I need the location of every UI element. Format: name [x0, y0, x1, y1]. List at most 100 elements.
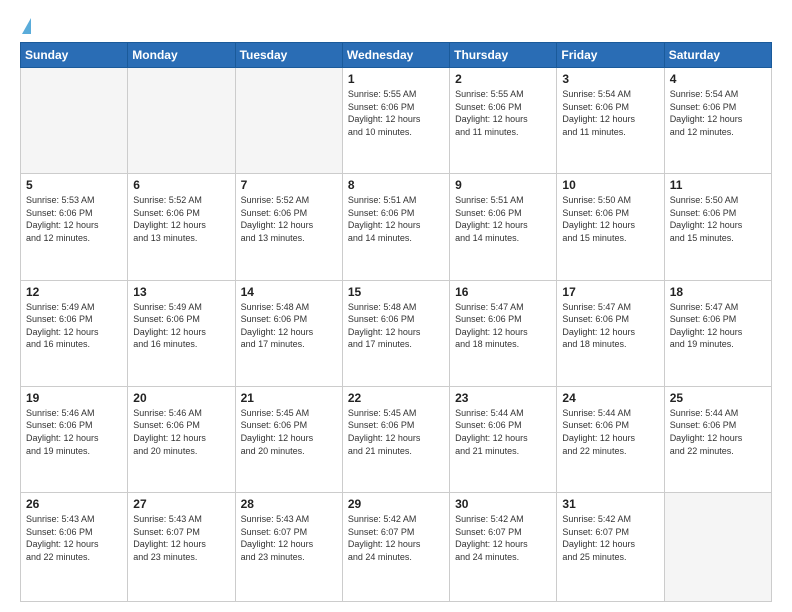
calendar-cell: 3Sunrise: 5:54 AM Sunset: 6:06 PM Daylig…: [557, 68, 664, 174]
calendar-cell: 30 Sunrise: 5:42 AM Sunset: 6:07 PM Dayli…: [450, 493, 557, 602]
calendar-cell: 9 Sunrise: 5:51 AM Sunset: 6:06 PM Daylig…: [450, 174, 557, 280]
calendar-cell: 1 Sunrise: 5:55 AM Sunset: 6:06 PM Daylig…: [342, 68, 449, 174]
calendar-cell: 19Sunrise: 5:46 AM Sunset: 6:06 PM Dayli…: [21, 386, 128, 492]
day-number: 31: [562, 497, 658, 511]
logo: [20, 18, 31, 32]
day-info: Sunrise: 5:48 AM Sunset: 6:06 PM Dayligh…: [348, 301, 444, 351]
day-info: Sunrise: 5:51 AM Sunset: 6:06 PM Dayligh…: [348, 194, 444, 244]
day-info: Sunrise: 5:44 AM Sunset: 6:06 PM Dayligh…: [670, 407, 766, 457]
calendar-cell: 5 Sunrise: 5:53 AM Sunset: 6:06 PM Daylig…: [21, 174, 128, 280]
calendar-header-day: Sunday: [21, 43, 128, 68]
day-number: 13: [133, 285, 229, 299]
calendar-cell: [128, 68, 235, 174]
calendar-header-day: Thursday: [450, 43, 557, 68]
day-info: Sunrise: 5:43 AM Sunset: 6:07 PM Dayligh…: [133, 513, 229, 563]
day-number: 24: [562, 391, 658, 405]
day-number: 30: [455, 497, 551, 511]
day-info: Sunrise: 5:50 AM Sunset: 6:06 PM Dayligh…: [562, 194, 658, 244]
calendar-header-day: Saturday: [664, 43, 771, 68]
day-number: 2: [455, 72, 551, 86]
calendar-cell: 11Sunrise: 5:50 AM Sunset: 6:06 PM Dayli…: [664, 174, 771, 280]
page: SundayMondayTuesdayWednesdayThursdayFrid…: [0, 0, 792, 612]
calendar-cell: [235, 68, 342, 174]
day-info: Sunrise: 5:55 AM Sunset: 6:06 PM Dayligh…: [455, 88, 551, 138]
day-info: Sunrise: 5:54 AM Sunset: 6:06 PM Dayligh…: [562, 88, 658, 138]
day-info: Sunrise: 5:53 AM Sunset: 6:06 PM Dayligh…: [26, 194, 122, 244]
logo-triangle-icon: [22, 18, 31, 34]
calendar-cell: 21 Sunrise: 5:45 AM Sunset: 6:06 PM Dayli…: [235, 386, 342, 492]
day-info: Sunrise: 5:52 AM Sunset: 6:06 PM Dayligh…: [133, 194, 229, 244]
calendar-cell: 17 Sunrise: 5:47 AM Sunset: 6:06 PM Dayli…: [557, 280, 664, 386]
calendar-cell: 14 Sunrise: 5:48 AM Sunset: 6:06 PM Dayli…: [235, 280, 342, 386]
calendar-header-day: Monday: [128, 43, 235, 68]
calendar-header-day: Friday: [557, 43, 664, 68]
calendar-week-row: 19Sunrise: 5:46 AM Sunset: 6:06 PM Dayli…: [21, 386, 772, 492]
day-number: 26: [26, 497, 122, 511]
day-info: Sunrise: 5:46 AM Sunset: 6:06 PM Dayligh…: [26, 407, 122, 457]
day-info: Sunrise: 5:47 AM Sunset: 6:06 PM Dayligh…: [455, 301, 551, 351]
calendar-week-row: 1 Sunrise: 5:55 AM Sunset: 6:06 PM Daylig…: [21, 68, 772, 174]
day-number: 18: [670, 285, 766, 299]
calendar-week-row: 26Sunrise: 5:43 AM Sunset: 6:06 PM Dayli…: [21, 493, 772, 602]
calendar-header-day: Wednesday: [342, 43, 449, 68]
calendar-header-row: SundayMondayTuesdayWednesdayThursdayFrid…: [21, 43, 772, 68]
day-info: Sunrise: 5:43 AM Sunset: 6:07 PM Dayligh…: [241, 513, 337, 563]
day-number: 20: [133, 391, 229, 405]
calendar-cell: 7Sunrise: 5:52 AM Sunset: 6:06 PM Daylig…: [235, 174, 342, 280]
day-info: Sunrise: 5:42 AM Sunset: 6:07 PM Dayligh…: [562, 513, 658, 563]
calendar-cell: 2 Sunrise: 5:55 AM Sunset: 6:06 PM Daylig…: [450, 68, 557, 174]
calendar-cell: 28 Sunrise: 5:43 AM Sunset: 6:07 PM Dayli…: [235, 493, 342, 602]
day-info: Sunrise: 5:45 AM Sunset: 6:06 PM Dayligh…: [348, 407, 444, 457]
day-number: 15: [348, 285, 444, 299]
day-info: Sunrise: 5:45 AM Sunset: 6:06 PM Dayligh…: [241, 407, 337, 457]
day-number: 17: [562, 285, 658, 299]
day-number: 16: [455, 285, 551, 299]
day-number: 9: [455, 178, 551, 192]
day-number: 28: [241, 497, 337, 511]
day-number: 5: [26, 178, 122, 192]
day-number: 14: [241, 285, 337, 299]
calendar-cell: 29 Sunrise: 5:42 AM Sunset: 6:07 PM Dayli…: [342, 493, 449, 602]
calendar-week-row: 12 Sunrise: 5:49 AM Sunset: 6:06 PM Dayli…: [21, 280, 772, 386]
header: [20, 18, 772, 32]
calendar-cell: [21, 68, 128, 174]
calendar-cell: 22 Sunrise: 5:45 AM Sunset: 6:06 PM Dayli…: [342, 386, 449, 492]
calendar-cell: 25 Sunrise: 5:44 AM Sunset: 6:06 PM Dayli…: [664, 386, 771, 492]
day-number: 27: [133, 497, 229, 511]
calendar-cell: 10 Sunrise: 5:50 AM Sunset: 6:06 PM Dayli…: [557, 174, 664, 280]
calendar-cell: 13 Sunrise: 5:49 AM Sunset: 6:06 PM Dayli…: [128, 280, 235, 386]
calendar-header-day: Tuesday: [235, 43, 342, 68]
day-info: Sunrise: 5:42 AM Sunset: 6:07 PM Dayligh…: [348, 513, 444, 563]
calendar-cell: 20 Sunrise: 5:46 AM Sunset: 6:06 PM Dayli…: [128, 386, 235, 492]
calendar-cell: 16 Sunrise: 5:47 AM Sunset: 6:06 PM Dayli…: [450, 280, 557, 386]
calendar-cell: 8 Sunrise: 5:51 AM Sunset: 6:06 PM Daylig…: [342, 174, 449, 280]
day-info: Sunrise: 5:47 AM Sunset: 6:06 PM Dayligh…: [562, 301, 658, 351]
day-info: Sunrise: 5:46 AM Sunset: 6:06 PM Dayligh…: [133, 407, 229, 457]
day-info: Sunrise: 5:50 AM Sunset: 6:06 PM Dayligh…: [670, 194, 766, 244]
calendar-cell: 26Sunrise: 5:43 AM Sunset: 6:06 PM Dayli…: [21, 493, 128, 602]
calendar-cell: 4Sunrise: 5:54 AM Sunset: 6:06 PM Daylig…: [664, 68, 771, 174]
day-number: 22: [348, 391, 444, 405]
day-info: Sunrise: 5:55 AM Sunset: 6:06 PM Dayligh…: [348, 88, 444, 138]
day-info: Sunrise: 5:44 AM Sunset: 6:06 PM Dayligh…: [562, 407, 658, 457]
day-number: 1: [348, 72, 444, 86]
day-info: Sunrise: 5:52 AM Sunset: 6:06 PM Dayligh…: [241, 194, 337, 244]
day-number: 10: [562, 178, 658, 192]
day-info: Sunrise: 5:51 AM Sunset: 6:06 PM Dayligh…: [455, 194, 551, 244]
day-info: Sunrise: 5:42 AM Sunset: 6:07 PM Dayligh…: [455, 513, 551, 563]
calendar-cell: 12Sunrise: 5:49 AM Sunset: 6:06 PM Dayli…: [21, 280, 128, 386]
day-info: Sunrise: 5:54 AM Sunset: 6:06 PM Dayligh…: [670, 88, 766, 138]
day-info: Sunrise: 5:48 AM Sunset: 6:06 PM Dayligh…: [241, 301, 337, 351]
day-number: 29: [348, 497, 444, 511]
calendar-cell: 23Sunrise: 5:44 AM Sunset: 6:06 PM Dayli…: [450, 386, 557, 492]
day-info: Sunrise: 5:49 AM Sunset: 6:06 PM Dayligh…: [133, 301, 229, 351]
day-number: 21: [241, 391, 337, 405]
day-info: Sunrise: 5:44 AM Sunset: 6:06 PM Dayligh…: [455, 407, 551, 457]
calendar-cell: 6Sunrise: 5:52 AM Sunset: 6:06 PM Daylig…: [128, 174, 235, 280]
day-number: 8: [348, 178, 444, 192]
calendar-cell: 15 Sunrise: 5:48 AM Sunset: 6:06 PM Dayli…: [342, 280, 449, 386]
day-number: 25: [670, 391, 766, 405]
day-info: Sunrise: 5:47 AM Sunset: 6:06 PM Dayligh…: [670, 301, 766, 351]
day-number: 12: [26, 285, 122, 299]
calendar-cell: 24 Sunrise: 5:44 AM Sunset: 6:06 PM Dayli…: [557, 386, 664, 492]
